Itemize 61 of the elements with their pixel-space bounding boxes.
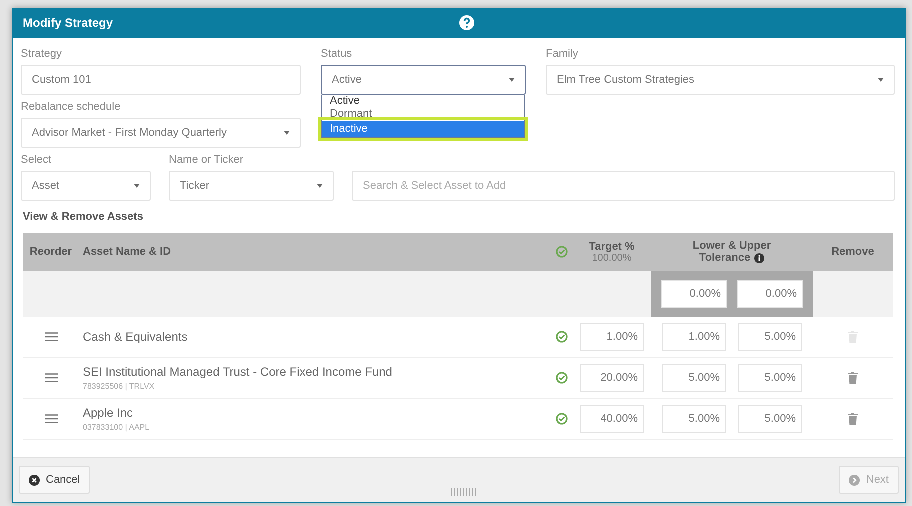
- drag-handle-icon[interactable]: [44, 332, 58, 342]
- lower-tolerance-input[interactable]: 0.00%: [661, 280, 727, 308]
- check-circle-icon: [556, 413, 568, 425]
- asset-name: Cash & Equivalents: [83, 330, 188, 344]
- caret-icon: [134, 184, 140, 188]
- column-header: Lower & Upper: [692, 240, 772, 252]
- target-input[interactable]: 40.00%: [580, 405, 644, 433]
- ticker-select[interactable]: Ticker: [169, 171, 334, 201]
- column-header: Remove: [830, 246, 876, 258]
- caret-icon: [878, 78, 884, 82]
- select-dropdown[interactable]: Asset: [21, 171, 151, 201]
- lower-tolerance-input[interactable]: 5.00%: [662, 405, 726, 433]
- field-label: Family: [546, 48, 578, 60]
- lower-tolerance-input[interactable]: 1.00%: [662, 323, 726, 351]
- trash-icon[interactable]: [848, 372, 858, 384]
- asset-name: SEI Institutional Managed Trust - Core Fixed Income Fund: [83, 365, 392, 379]
- field-label: Strategy: [21, 48, 62, 60]
- column-header: Tolerance: [699, 252, 751, 264]
- upper-tolerance-input[interactable]: 0.00%: [737, 280, 803, 308]
- upper-tolerance-input[interactable]: 5.00%: [738, 323, 802, 351]
- dropdown-option[interactable]: Active: [322, 95, 524, 108]
- asset-id: 783925506 | TRLVX: [83, 382, 155, 391]
- lower-tolerance-input[interactable]: 5.00%: [662, 364, 726, 392]
- target-total: 100.00%: [592, 252, 632, 264]
- field-label: Name or Ticker: [169, 154, 244, 166]
- info-icon[interactable]: [754, 252, 765, 264]
- check-circle-icon: [556, 372, 568, 384]
- field-label: Status: [321, 48, 352, 60]
- section-title: View & Remove Assets: [23, 211, 144, 223]
- drag-handle-icon[interactable]: [44, 373, 58, 383]
- drag-handle-icon[interactable]: [44, 414, 58, 424]
- close-icon: [29, 474, 40, 486]
- field-label: Rebalance schedule: [21, 101, 121, 113]
- caret-icon: [317, 184, 323, 188]
- dropdown-option[interactable]: Dormant: [322, 108, 524, 121]
- field-label: Select: [21, 154, 52, 166]
- check-circle-icon: [556, 246, 568, 258]
- column-header: Asset Name & ID: [82, 246, 172, 258]
- dialog-title: Modify Strategy: [23, 16, 114, 30]
- asset-name: Apple Inc: [83, 406, 134, 420]
- cancel-button[interactable]: Cancel: [19, 466, 90, 494]
- caret-icon: [284, 131, 290, 135]
- arrow-circle-icon: [849, 474, 860, 486]
- upper-tolerance-input[interactable]: 5.00%: [738, 364, 802, 392]
- strategy-input[interactable]: Custom 101: [21, 65, 301, 95]
- status-select[interactable]: Active: [321, 65, 526, 95]
- column-header: Reorder: [28, 246, 74, 258]
- asset-id: 037833100 | AAPL: [83, 423, 150, 432]
- resize-grip-icon[interactable]: [450, 488, 479, 496]
- check-circle-icon: [556, 331, 568, 343]
- target-input[interactable]: 20.00%: [580, 364, 644, 392]
- caret-icon: [509, 78, 515, 82]
- search-field[interactable]: Search & Select Asset to Add: [352, 171, 895, 201]
- family-select[interactable]: Elm Tree Custom Strategies: [546, 65, 895, 95]
- upper-tolerance-input[interactable]: 5.00%: [738, 405, 802, 433]
- trash-icon[interactable]: [848, 413, 858, 425]
- dropdown-option[interactable]: Inactive: [322, 121, 524, 137]
- target-input[interactable]: 1.00%: [580, 323, 644, 351]
- rebalance-select[interactable]: Advisor Market - First Monday Quarterly: [21, 118, 301, 148]
- column-header: Target %: [589, 240, 635, 252]
- help-icon[interactable]: [459, 15, 475, 31]
